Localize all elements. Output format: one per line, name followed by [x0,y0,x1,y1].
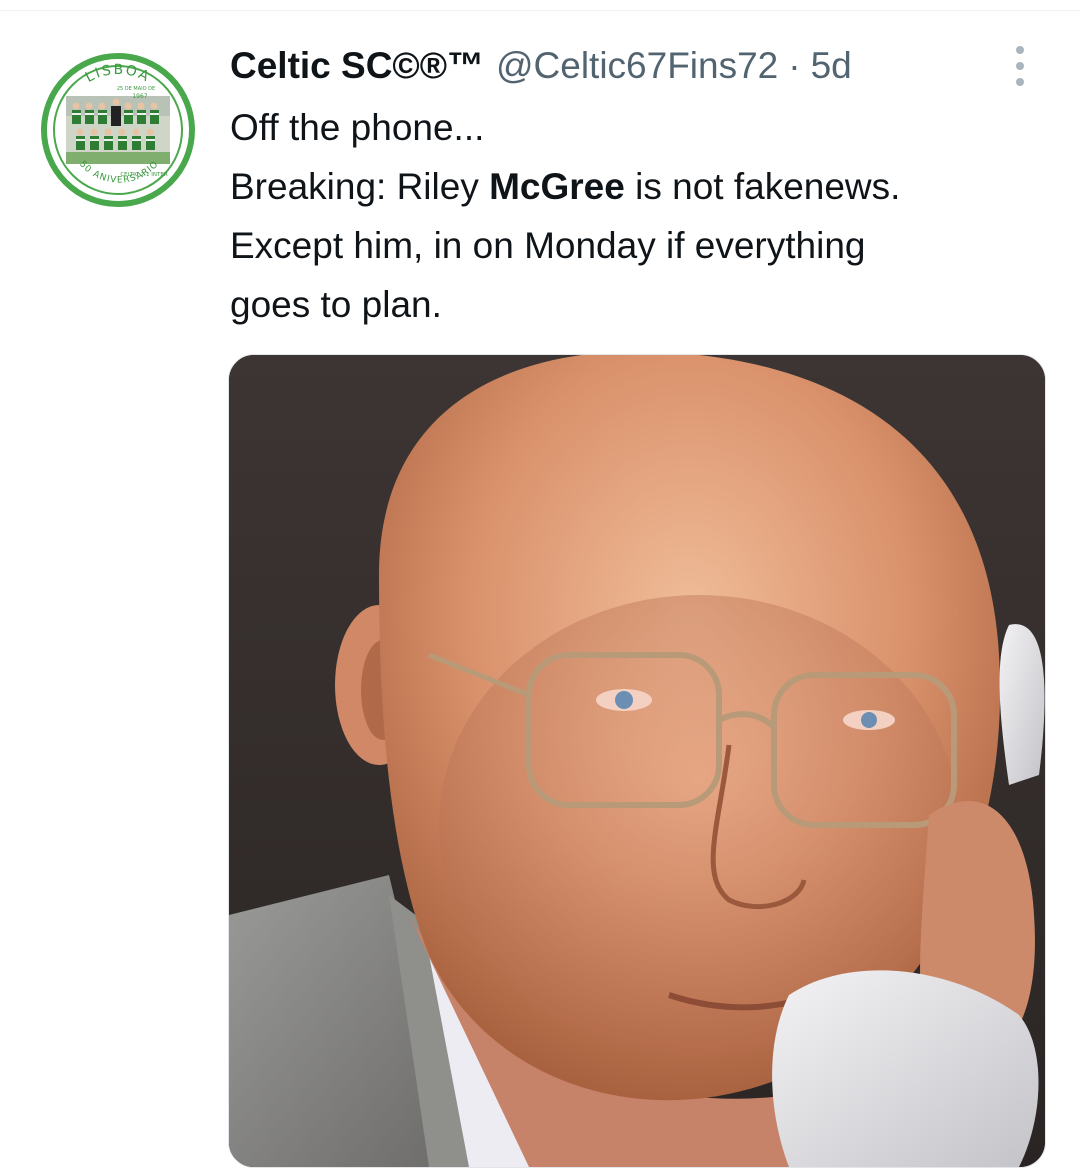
tweet-text-line-2-start: Breaking: Riley [230,166,490,207]
tweet[interactable]: LISBOA 25 DE MAIO DE 1967 CELTIC 2-1 INT… [0,0,1080,1175]
more-dot [1016,46,1024,54]
tweet-text: Off the phone... Breaking: Riley McGree … [230,98,1050,334]
more-dot [1016,78,1024,86]
tweet-text-line-1: Off the phone... [230,107,485,148]
tweet-text-line-2: Breaking: Riley McGree is not fakenews. [230,157,1050,216]
more-dot [1016,62,1024,70]
tweet-text-line-3: Except him, in on Monday if everything [230,225,866,266]
avatar-date-text: 25 DE MAIO DE [117,86,155,92]
tweet-timestamp[interactable]: 5d [811,40,852,92]
team-photo-badge-avatar-icon: LISBOA 25 DE MAIO DE 1967 CELTIC 2-1 INT… [41,53,195,207]
tweet-header: Celtic SC©®™ @Celtic67Fins72 · 5d [230,40,852,92]
separator-dot: · [788,45,801,86]
display-name[interactable]: Celtic SC©®™ [230,40,484,92]
photo-man-on-telephone-icon [229,355,1045,1167]
avatar-year-text: 1967 [132,93,147,100]
avatar[interactable]: LISBOA 25 DE MAIO DE 1967 CELTIC 2-1 INT… [40,52,196,208]
tweet-text-line-4: goes to plan. [230,284,442,325]
user-handle[interactable]: @Celtic67Fins72 [496,40,778,92]
tweet-media-photo[interactable] [228,354,1046,1168]
tweet-text-bold-name: McGree [489,166,625,207]
more-options-icon[interactable] [1010,46,1030,86]
tweet-text-line-2-end: is not fakenews. [624,166,901,207]
